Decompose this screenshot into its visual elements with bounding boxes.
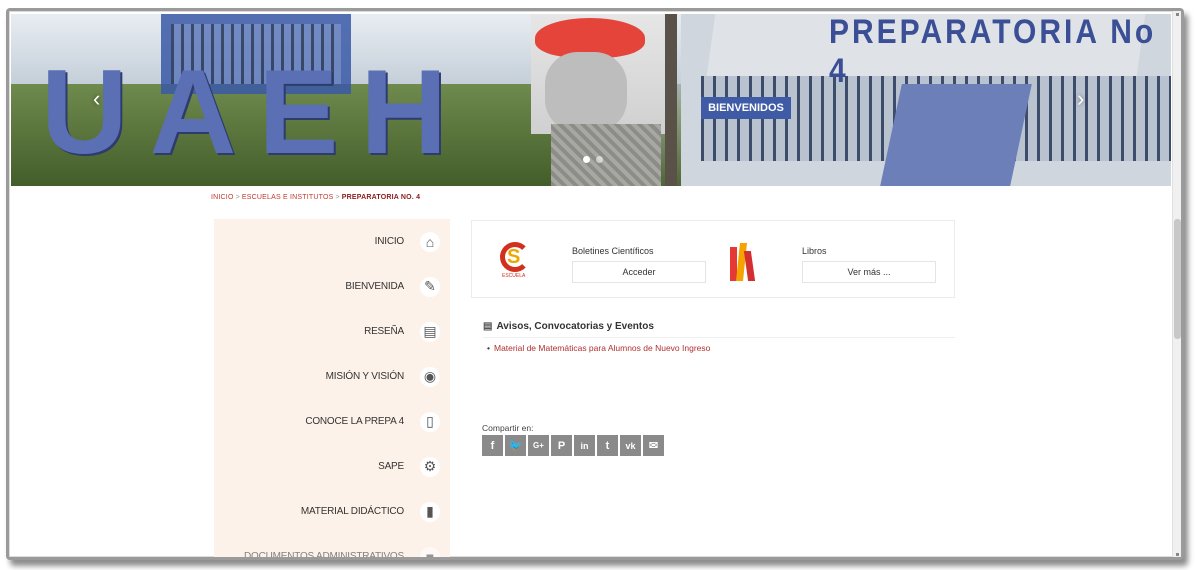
breadcrumb-link-inicio[interactable]: Inicio — [211, 194, 234, 201]
campus-letters: U A E H — [41, 42, 451, 182]
sidebar-item-conoce-prepa[interactable]: CONOCE LA PREPA 4 ▯ — [214, 399, 450, 444]
carousel-dot[interactable] — [583, 156, 590, 163]
page-scrollbar[interactable] — [1172, 11, 1181, 557]
linkedin-icon[interactable]: in — [574, 435, 595, 456]
sidebar-item-label: CONOCE LA PREPA 4 — [305, 416, 404, 427]
campus-letter: U — [41, 45, 132, 179]
sidebar-item-label: DOCUMENTOS ADMINISTRATIVOS — [243, 551, 404, 560]
vk-icon[interactable]: vk — [620, 435, 641, 456]
sidebar-item-resena[interactable]: RESEÑA ▤ — [214, 309, 450, 354]
document-icon: ▤ — [420, 321, 440, 342]
browser-frame: U A E H PREPARATORIA No 4 BIENVENIDOS ‹ … — [6, 8, 1184, 560]
sidebar-item-label: MISIÓN Y VISIÓN — [325, 371, 405, 382]
sidebar-item-label: RESEÑA — [364, 326, 404, 337]
newspaper-icon: ▤ — [483, 321, 493, 332]
scroll-up-arrow-icon[interactable] — [1176, 13, 1179, 16]
sidebar-nav: INICIO ⌂ BIENVENIDA ✎ RESEÑA ▤ MISIÓN Y … — [214, 219, 450, 560]
carousel-prev-button[interactable]: ‹ — [93, 86, 100, 112]
boletines-logo: S ESCUELA — [498, 242, 534, 282]
carousel-dot[interactable] — [596, 156, 603, 163]
welcome-banner: BIENVENIDOS — [701, 97, 791, 119]
breadcrumb-current: Preparatoria No. 4 — [341, 194, 421, 201]
email-icon[interactable]: ✉ — [643, 435, 664, 456]
libros-title: Libros — [802, 246, 827, 256]
resources-panel: S ESCUELA Boletines Científicos Acceder … — [471, 220, 955, 298]
carousel-next-button[interactable]: › — [1077, 86, 1084, 112]
logo-s-icon: S — [507, 246, 521, 268]
sidebar-item-material[interactable]: MATERIAL DIDÁCTICO ▮ — [214, 489, 450, 534]
hero-slant — [880, 84, 1032, 186]
edit-icon: ✎ — [420, 276, 440, 297]
tumblr-icon[interactable]: t — [597, 435, 618, 456]
campus-letter: H — [360, 45, 452, 179]
share-label: Compartir en: — [482, 423, 534, 433]
tablet-icon: ▯ — [420, 411, 440, 432]
carousel-dots — [583, 156, 603, 163]
hero-poster — [531, 14, 666, 134]
books-icon — [730, 243, 760, 281]
google-plus-icon[interactable]: G+ — [528, 435, 549, 456]
ver-mas-button[interactable]: Ver más ... — [802, 261, 936, 283]
scrollbar-thumb[interactable] — [1174, 219, 1181, 339]
eye-icon: ◉ — [420, 366, 440, 387]
pinterest-icon[interactable]: P — [551, 435, 572, 456]
breadcrumb: Inicio > Escuelas e Institutos > Preparatori… — [211, 194, 420, 201]
breadcrumb-separator: > — [235, 194, 240, 201]
sidebar-item-label: SAPE — [378, 461, 404, 472]
hero-banner: U A E H PREPARATORIA No 4 BIENVENIDOS ‹ … — [11, 14, 1171, 186]
book-icon: ▮ — [420, 501, 440, 522]
sidebar-item-inicio[interactable]: INICIO ⌂ — [214, 219, 450, 264]
sidebar-item-label: MATERIAL DIDÁCTICO — [300, 506, 404, 517]
gears-icon: ⚙ — [420, 456, 440, 477]
aviso-link[interactable]: Material de Matemáticas para Alumnos de … — [487, 343, 710, 353]
avisos-title-text: Avisos, Convocatorias y Eventos — [496, 321, 654, 332]
boletines-title: Boletines Científicos — [572, 246, 654, 256]
campus-letter: E — [258, 45, 343, 179]
twitter-icon[interactable]: 🐦 — [505, 435, 526, 456]
sidebar-item-documentos[interactable]: DOCUMENTOS ADMINISTRATIVOS ■ — [214, 534, 450, 560]
campus-letter: A — [149, 45, 241, 179]
school-sign: PREPARATORIA No 4 — [829, 14, 1157, 90]
scroll-down-arrow-icon[interactable] — [1176, 553, 1179, 556]
hero-pole — [665, 14, 677, 186]
breadcrumb-separator: > — [335, 194, 340, 201]
poster-face — [545, 52, 627, 132]
sidebar-item-label: INICIO — [374, 236, 405, 247]
breadcrumb-link-escuelas[interactable]: Escuelas e Institutos — [242, 194, 334, 201]
avisos-heading: ▤ Avisos, Convocatorias y Eventos — [483, 321, 654, 332]
home-icon: ⌂ — [420, 231, 440, 252]
facebook-icon[interactable]: f — [482, 435, 503, 456]
sidebar-item-label: BIENVENIDA — [345, 281, 404, 292]
sidebar-item-mision-vision[interactable]: MISIÓN Y VISIÓN ◉ — [214, 354, 450, 399]
sidebar-item-bienvenida[interactable]: BIENVENIDA ✎ — [214, 264, 450, 309]
share-buttons: f 🐦 G+ P in t vk ✉ — [482, 435, 664, 456]
sidebar-item-sape[interactable]: SAPE ⚙ — [214, 444, 450, 489]
acceder-button[interactable]: Acceder — [572, 261, 706, 283]
folder-icon: ■ — [420, 546, 440, 557]
logo-caption: ESCUELA — [502, 273, 526, 279]
divider — [483, 337, 955, 338]
hero-stone — [551, 124, 661, 186]
